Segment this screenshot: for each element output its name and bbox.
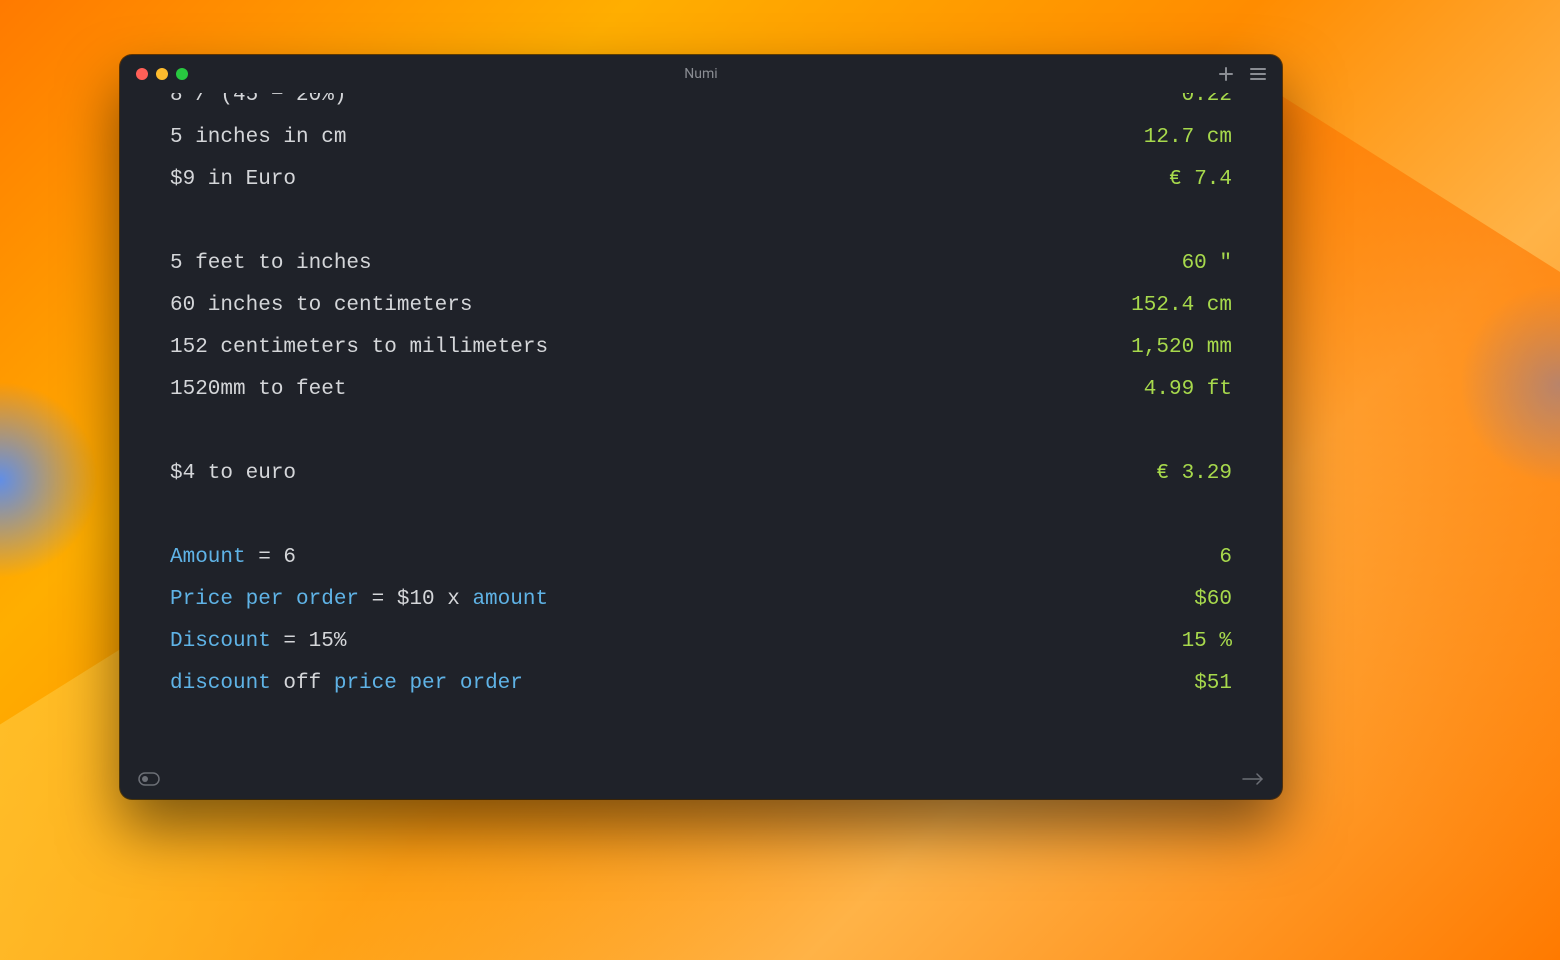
expression[interactable]: discount off price per order <box>170 663 523 705</box>
blank-line <box>170 495 1232 537</box>
expression[interactable]: Discount = 15% <box>170 621 346 663</box>
blank-line <box>170 201 1232 243</box>
arrow-right-icon <box>1242 773 1264 785</box>
calc-line[interactable]: $4 to euro € 3.29 <box>170 453 1232 495</box>
new-note-button[interactable] <box>1218 66 1234 82</box>
menu-button[interactable] <box>1250 67 1266 81</box>
window-zoom-button[interactable] <box>176 68 188 80</box>
calc-line[interactable]: Price per order = $10 x amount $60 <box>170 579 1232 621</box>
expression[interactable]: $4 to euro <box>170 453 296 495</box>
calc-line[interactable]: discount off price per order $51 <box>170 663 1232 705</box>
result: € 7.4 <box>1169 159 1232 201</box>
blank-line <box>170 411 1232 453</box>
calc-line[interactable]: 8 / (45 − 20%) 0.22 <box>170 93 1232 117</box>
window-title: Numi <box>120 66 1282 82</box>
result: 152.4 cm <box>1131 285 1232 327</box>
calc-line[interactable]: 5 inches in cm 12.7 cm <box>170 117 1232 159</box>
continue-button[interactable] <box>1242 773 1264 785</box>
result: 60 ″ <box>1182 243 1232 285</box>
calc-line[interactable]: 5 feet to inches 60 ″ <box>170 243 1232 285</box>
result: € 3.29 <box>1156 453 1232 495</box>
calc-line[interactable]: 1520mm to feet 4.99 ft <box>170 369 1232 411</box>
result: $51 <box>1194 663 1232 705</box>
plus-icon <box>1218 66 1234 82</box>
result: $60 <box>1194 579 1232 621</box>
traffic-lights <box>136 68 188 80</box>
result: 1,520 mm <box>1131 327 1232 369</box>
calc-line[interactable]: 152 centimeters to millimeters 1,520 mm <box>170 327 1232 369</box>
titlebar[interactable]: Numi <box>120 55 1282 93</box>
hamburger-icon <box>1250 67 1266 81</box>
expression[interactable]: 60 inches to centimeters <box>170 285 472 327</box>
calc-line[interactable]: 60 inches to centimeters 152.4 cm <box>170 285 1232 327</box>
footer <box>120 763 1282 799</box>
calculator-editor[interactable]: 8 / (45 − 20%)0.225 inches in cm12.7 cm$… <box>120 93 1282 763</box>
desktop-wallpaper: Numi 8 / (45 − 20%) 0.22 5 inches in cm 12.… <box>0 0 1560 960</box>
toggle-icon <box>138 772 160 786</box>
calc-line[interactable]: $9 in Euro € 7.4 <box>170 159 1232 201</box>
result: 6 <box>1219 537 1232 579</box>
window-close-button[interactable] <box>136 68 148 80</box>
toggle-button[interactable] <box>138 772 160 786</box>
expression[interactable]: Price per order = $10 x amount <box>170 579 548 621</box>
result: 12.7 cm <box>1144 117 1232 159</box>
expression[interactable]: $9 in Euro <box>170 159 296 201</box>
result: 4.99 ft <box>1144 369 1232 411</box>
result: 15 % <box>1182 621 1232 663</box>
window-minimize-button[interactable] <box>156 68 168 80</box>
numi-window: Numi 8 / (45 − 20%) 0.22 5 inches in cm 12.… <box>120 55 1282 799</box>
result: 0.22 <box>1182 93 1232 117</box>
expression[interactable]: 1520mm to feet <box>170 369 346 411</box>
expression[interactable]: 5 feet to inches <box>170 243 372 285</box>
expression[interactable]: Amount = 6 <box>170 537 296 579</box>
calc-line[interactable]: Discount = 15% 15 % <box>170 621 1232 663</box>
calc-line[interactable]: Amount = 6 6 <box>170 537 1232 579</box>
expression[interactable]: 8 / (45 − 20%) <box>170 93 346 117</box>
expression[interactable]: 152 centimeters to millimeters <box>170 327 548 369</box>
expression[interactable]: 5 inches in cm <box>170 117 346 159</box>
